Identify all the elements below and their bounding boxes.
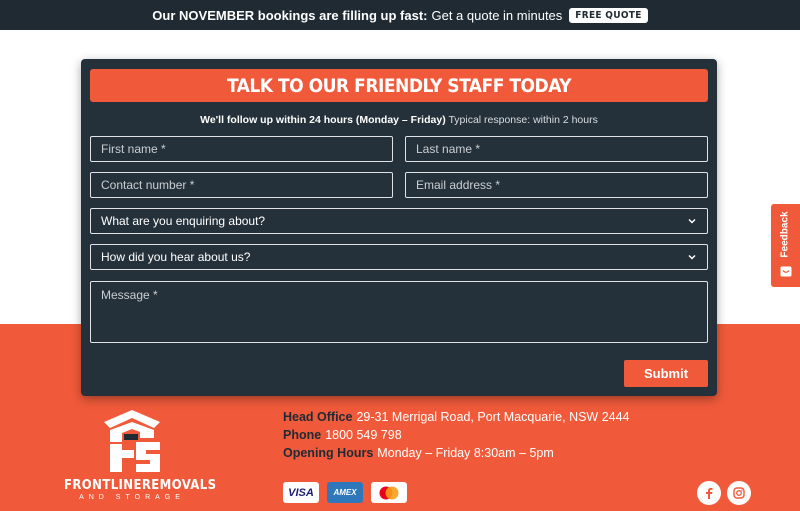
chevron-down-icon bbox=[688, 218, 696, 224]
logo-subtext: AND STORAGE bbox=[79, 494, 185, 501]
submit-button[interactable]: Submit bbox=[624, 360, 708, 387]
follow-up-note: We'll follow up within 24 hours (Monday … bbox=[81, 114, 717, 126]
hear-about-select[interactable]: How did you hear about us? bbox=[90, 244, 708, 270]
announcement-strong-text: Our NOVEMBER bookings are filling up fas… bbox=[152, 7, 428, 23]
first-name-field[interactable]: First name * bbox=[90, 136, 393, 162]
visa-card-icon: VISA bbox=[283, 482, 319, 503]
message-placeholder: Message * bbox=[101, 288, 158, 302]
head-office-label: Head Office bbox=[283, 410, 353, 424]
feedback-icon bbox=[780, 266, 792, 277]
last-name-placeholder: Last name * bbox=[416, 142, 481, 156]
opening-hours-label: Opening Hours bbox=[283, 446, 374, 460]
first-name-placeholder: First name * bbox=[101, 142, 166, 156]
email-placeholder: Email address * bbox=[416, 178, 501, 192]
message-textarea[interactable]: Message * bbox=[90, 281, 708, 343]
company-logo[interactable]: FRONTLINEREMOVALS AND STORAGE bbox=[64, 408, 217, 508]
payment-methods: VISA AMEX bbox=[283, 482, 407, 503]
enquiry-select[interactable]: What are you enquiring about? bbox=[90, 208, 708, 234]
chevron-down-icon bbox=[688, 254, 696, 260]
form-title: TALK TO OUR FRIENDLY STAFF TODAY bbox=[90, 69, 708, 102]
head-office-address: 29-31 Merrigal Road, Port Macquarie, NSW… bbox=[356, 410, 630, 424]
feedback-label: Feedback bbox=[779, 210, 791, 258]
announcement-bar: Our NOVEMBER bookings are filling up fas… bbox=[0, 0, 800, 30]
mastercard-card-icon bbox=[371, 482, 407, 503]
typical-response: Typical response: within 2 hours bbox=[448, 114, 598, 126]
enquiry-select-value: What are you enquiring about? bbox=[101, 214, 266, 228]
phone-line: Phone 1800 549 798 bbox=[283, 428, 402, 442]
facebook-icon[interactable] bbox=[697, 481, 721, 505]
free-quote-button[interactable]: FREE QUOTE bbox=[569, 7, 648, 23]
opening-hours-line: Opening Hours Monday – Friday 8:30am – 5p… bbox=[283, 446, 554, 460]
logo-wordmark: FRONTLINEREMOVALS bbox=[64, 478, 217, 493]
contact-number-field[interactable]: Contact number * bbox=[90, 172, 393, 198]
amex-card-icon: AMEX bbox=[327, 482, 363, 503]
follow-up-bold: We'll follow up within 24 hours (Monday … bbox=[200, 114, 446, 126]
contact-number-placeholder: Contact number * bbox=[101, 178, 195, 192]
email-field[interactable]: Email address * bbox=[405, 172, 708, 198]
head-office-line: Head Office 29-31 Merrigal Road, Port Mac… bbox=[283, 410, 630, 424]
last-name-field[interactable]: Last name * bbox=[405, 136, 708, 162]
opening-hours-value: Monday – Friday 8:30am – 5pm bbox=[377, 446, 554, 460]
phone-number-link[interactable]: 1800 549 798 bbox=[325, 428, 401, 442]
instagram-icon[interactable] bbox=[727, 481, 751, 505]
contact-form: TALK TO OUR FRIENDLY STAFF TODAY We'll f… bbox=[81, 59, 717, 396]
announcement-text: Get a quote in minutes bbox=[431, 7, 563, 23]
logo-mark-icon bbox=[104, 410, 160, 472]
hear-about-select-value: How did you hear about us? bbox=[101, 250, 251, 264]
phone-label: Phone bbox=[283, 428, 322, 442]
feedback-tab[interactable]: Feedback bbox=[771, 204, 800, 287]
